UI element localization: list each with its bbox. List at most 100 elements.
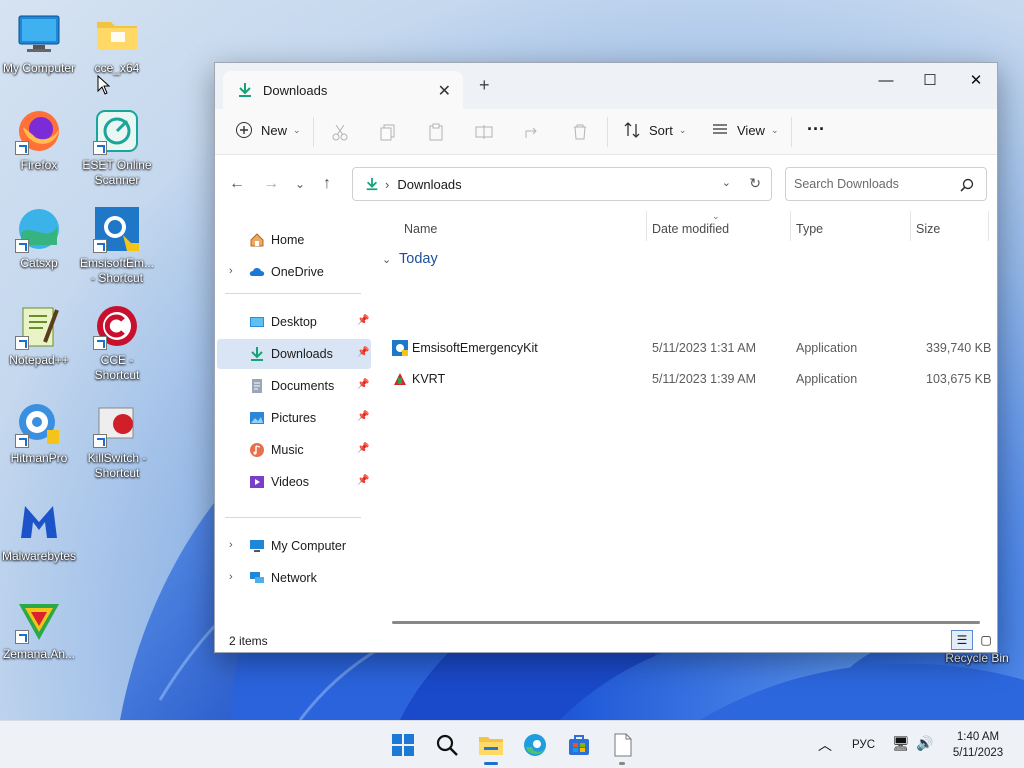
- tray-overflow-chevron-icon[interactable]: ︿: [818, 735, 832, 755]
- search-taskbar-button[interactable]: [433, 731, 461, 759]
- up-arrow-icon[interactable]: ↑: [323, 175, 331, 193]
- shortcut-arrow-icon: [15, 141, 29, 155]
- column-divider[interactable]: [988, 211, 989, 241]
- edge-taskbar-button[interactable]: [521, 731, 549, 759]
- pin-icon[interactable]: 📌: [357, 411, 369, 423]
- close-button[interactable]: ✕: [953, 65, 999, 95]
- system-clock[interactable]: 1:40 AM 5/11/2023: [946, 729, 1010, 761]
- desktop-icon-notepadpp[interactable]: Notepad++: [0, 302, 78, 368]
- desktop-icon-zemana[interactable]: Zemana.An...: [0, 596, 78, 662]
- new-tab-button[interactable]: +: [479, 75, 490, 96]
- file-explorer-taskbar-button[interactable]: [477, 731, 505, 759]
- clock-time: 1:40 AM: [956, 731, 1000, 743]
- pin-icon[interactable]: 📌: [357, 347, 369, 359]
- horizontal-scrollbar[interactable]: [392, 621, 980, 624]
- view-label: View: [737, 122, 765, 138]
- sidebar-item-desktop[interactable]: Desktop 📌: [217, 307, 371, 337]
- table-row[interactable]: EmsisoftEmergencyKit 5/11/2023 1:31 AM A…: [374, 333, 994, 363]
- column-header-name[interactable]: Name: [404, 217, 437, 241]
- start-button[interactable]: [389, 731, 417, 759]
- pin-icon[interactable]: 📌: [357, 475, 369, 487]
- desktop-folder-icon: [250, 317, 264, 327]
- catsxp-icon: [15, 205, 63, 253]
- input-language-indicator[interactable]: РУС: [852, 739, 875, 751]
- sidebar-item-network[interactable]: › Network: [217, 563, 371, 593]
- expand-chevron-icon[interactable]: ›: [229, 539, 233, 551]
- group-header-today[interactable]: ⌄ Today: [382, 251, 438, 267]
- desktop-icon-firefox[interactable]: Firefox: [0, 107, 78, 173]
- cut-icon[interactable]: [331, 123, 349, 141]
- desktop-icon-catsxp[interactable]: Catsxp: [0, 205, 78, 271]
- zemana-icon: [15, 596, 63, 644]
- breadcrumb-downloads[interactable]: Downloads: [397, 177, 461, 192]
- desktop-icon-label: cce_x64: [94, 61, 140, 75]
- new-button[interactable]: New ⌄: [235, 121, 301, 139]
- column-header-type[interactable]: Type: [796, 217, 823, 241]
- store-taskbar-button[interactable]: [565, 731, 593, 759]
- tab-close-icon[interactable]: ✕: [438, 81, 451, 101]
- column-divider[interactable]: [790, 211, 791, 241]
- address-dropdown-icon[interactable]: ⌄: [722, 176, 731, 189]
- file-explorer-window: Downloads ✕ + — ☐ ✕ New ⌄ Sort ⌄ View ⌄: [214, 62, 998, 653]
- volume-icon[interactable]: 🔊: [916, 735, 933, 752]
- sidebar-item-onedrive[interactable]: › OneDrive: [217, 257, 371, 287]
- sidebar-item-documents[interactable]: Documents 📌: [217, 371, 371, 401]
- notepad-taskbar-button[interactable]: [609, 731, 637, 759]
- shortcut-arrow-icon: [93, 141, 107, 155]
- desktop-icon-my-computer[interactable]: My Computer: [0, 10, 78, 76]
- sidebar-item-label: Music: [271, 443, 304, 457]
- network-status-icon[interactable]: 🖥: [892, 735, 910, 752]
- sidebar-item-label: Home: [271, 233, 305, 247]
- refresh-icon[interactable]: ↻: [749, 175, 761, 192]
- back-arrow-icon[interactable]: ←: [229, 175, 245, 193]
- share-icon[interactable]: [523, 123, 541, 141]
- sidebar-item-home[interactable]: Home: [217, 225, 371, 255]
- sort-arrows-icon: [624, 122, 640, 138]
- sort-indicator-icon: ⌄: [712, 211, 720, 221]
- desktop-icon-malwarebytes[interactable]: Malwarebytes: [0, 498, 78, 564]
- search-icon: [436, 734, 458, 756]
- pin-icon[interactable]: 📌: [357, 443, 369, 455]
- column-divider[interactable]: [910, 211, 911, 241]
- table-row[interactable]: KVRT 5/11/2023 1:39 AM Application 103,6…: [374, 364, 994, 394]
- new-label: New: [261, 122, 288, 138]
- desktop-icon-cce-x64[interactable]: cce_x64: [78, 10, 156, 76]
- rename-icon[interactable]: [475, 123, 493, 141]
- maximize-button[interactable]: ☐: [907, 65, 953, 95]
- delete-icon[interactable]: [571, 123, 589, 141]
- view-button[interactable]: View ⌄: [711, 121, 779, 139]
- pin-icon[interactable]: 📌: [357, 379, 369, 391]
- column-divider[interactable]: [646, 211, 647, 241]
- tab-downloads[interactable]: Downloads ✕: [223, 71, 463, 109]
- copy-icon[interactable]: [379, 123, 397, 141]
- address-bar[interactable]: › Downloads ⌄ ↻: [352, 167, 772, 201]
- desktop-icon-hitmanpro[interactable]: HitmanPro: [0, 400, 78, 466]
- tiles-view-icon[interactable]: ▢: [977, 630, 995, 650]
- column-header-size[interactable]: Size: [916, 217, 940, 241]
- shortcut-arrow-icon: [15, 336, 29, 350]
- sidebar-item-videos[interactable]: Videos 📌: [217, 467, 371, 497]
- music-icon: [250, 443, 264, 457]
- minimize-button[interactable]: —: [863, 65, 909, 95]
- sidebar-item-my-computer[interactable]: › My Computer: [217, 531, 371, 561]
- pin-icon[interactable]: 📌: [357, 315, 369, 327]
- sidebar-item-music[interactable]: Music 📌: [217, 435, 371, 465]
- sort-button[interactable]: Sort ⌄: [623, 121, 686, 139]
- sidebar-item-downloads[interactable]: Downloads 📌: [217, 339, 371, 369]
- desktop-icon-label: Malwarebytes: [1, 549, 77, 563]
- desktop-icon-eset[interactable]: ESET Online Scanner: [78, 107, 156, 188]
- expand-chevron-icon[interactable]: ›: [229, 571, 233, 583]
- search-input[interactable]: Search Downloads: [785, 167, 987, 201]
- more-options-button[interactable]: ···: [807, 119, 825, 140]
- recent-chevron-icon[interactable]: ⌄: [295, 177, 305, 191]
- desktop-icon-label: Catsxp: [20, 256, 58, 270]
- expand-chevron-icon[interactable]: ›: [229, 265, 233, 277]
- forward-arrow-icon[interactable]: →: [263, 175, 279, 193]
- details-view-icon[interactable]: ☰: [951, 630, 973, 650]
- paste-icon[interactable]: [427, 123, 445, 141]
- chevron-down-icon: ⌄: [678, 124, 687, 135]
- desktop-icon-killswitch[interactable]: KillSwitch - Shortcut: [78, 400, 156, 481]
- desktop-icon-cce[interactable]: CCE - Shortcut: [78, 302, 156, 383]
- desktop-icon-emsisoft[interactable]: EmsisoftEm... - Shortcut: [78, 205, 156, 286]
- sidebar-item-pictures[interactable]: Pictures 📌: [217, 403, 371, 433]
